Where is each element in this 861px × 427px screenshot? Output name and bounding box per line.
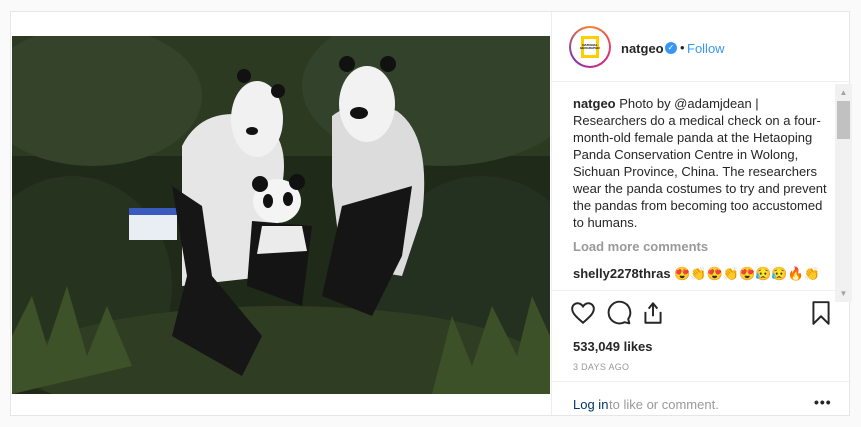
more-options-icon[interactable]: ••• [814,394,832,410]
panda-researchers-photo [12,36,550,394]
avatar[interactable]: NATIONAL GEOGRAPHIC [569,26,611,68]
post-actions: 533,049 likes 3 DAYS AGO Log in to like … [552,290,851,415]
verified-badge-icon: ✓ [665,42,677,54]
caption-block: natgeo Photo by @adamjdean | Researchers… [573,95,827,231]
comment-text: 😍👏😍👏😍😥😥🔥👏 [674,266,820,281]
caption-username[interactable]: natgeo [573,96,616,111]
post-side-panel: NATIONAL GEOGRAPHIC natgeo ✓ • Follow na… [551,12,852,415]
login-row: Log in to like or comment. ••• [552,381,851,415]
post-header: NATIONAL GEOGRAPHIC natgeo ✓ • Follow [552,12,851,82]
caption-text: Photo by @adamjdean | Researchers do a m… [573,96,827,230]
comment-username[interactable]: shelly2278thras [573,266,671,281]
comments-list[interactable]: natgeo Photo by @adamjdean | Researchers… [573,95,827,286]
likes-count[interactable]: 533,049 likes [573,339,653,354]
header-username[interactable]: natgeo [621,41,664,56]
comment-item: shelly2278thras 😍👏😍👏😍😥😥🔥👏 [573,265,827,282]
post-timestamp[interactable]: 3 DAYS AGO [573,362,629,372]
login-link[interactable]: Log in [573,397,608,412]
share-icon[interactable] [640,300,666,326]
comments-scrollbar[interactable]: ▲ ▼ [835,84,852,302]
load-more-comments-button[interactable]: Load more comments [573,238,827,255]
avatar-inner: NATIONAL GEOGRAPHIC [571,28,609,66]
natgeo-logo-text: NATIONAL GEOGRAPHIC [579,43,601,50]
natgeo-logo: NATIONAL GEOGRAPHIC [579,36,601,58]
follow-button[interactable]: Follow [687,41,725,56]
instagram-post: NATIONAL GEOGRAPHIC natgeo ✓ • Follow na… [10,11,852,416]
scroll-up-arrow-icon[interactable]: ▲ [835,84,852,101]
post-photo[interactable] [12,36,550,394]
separator-dot: • [680,40,685,55]
login-prompt-text: to like or comment. [609,397,719,412]
comment-icon[interactable] [606,300,632,326]
heart-icon[interactable] [570,300,596,326]
bookmark-icon[interactable] [808,300,834,326]
scrollbar-thumb[interactable] [837,101,850,139]
